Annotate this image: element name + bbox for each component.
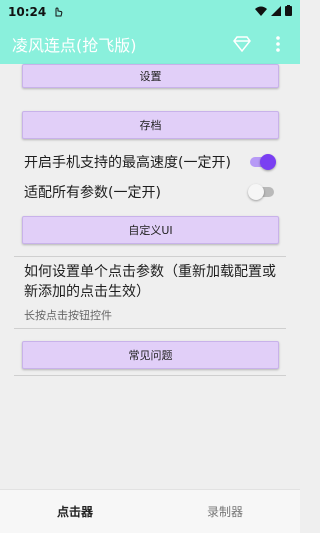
main-content: 设置 存档 开启手机支持的最高速度(一定开) 适配所有参数(一定开) 自定义UI… <box>0 64 300 489</box>
adapt-params-toggle-row[interactable]: 适配所有参数(一定开) <box>24 180 276 204</box>
more-options-icon[interactable] <box>268 34 288 54</box>
divider <box>14 328 286 329</box>
faq-button[interactable]: 常见问题 <box>22 341 279 369</box>
status-icons <box>255 5 292 19</box>
wifi-icon <box>255 5 267 19</box>
battery-icon <box>285 5 292 19</box>
divider <box>14 256 286 257</box>
custom-ui-button[interactable]: 自定义UI <box>22 216 279 244</box>
settings-button[interactable]: 设置 <box>22 64 279 88</box>
max-speed-switch[interactable] <box>248 154 276 170</box>
bottom-nav: 点击器 录制器 <box>0 489 300 533</box>
app-bar: 凌风连点(抢飞版) <box>0 24 300 64</box>
diamond-icon[interactable] <box>232 34 252 54</box>
help-title: 如何设置单个点击参数（重新加载配置或新添加的点击生效） <box>24 264 276 300</box>
status-bar: 10:24 <box>0 0 300 24</box>
max-speed-label: 开启手机支持的最高速度(一定开) <box>24 155 231 171</box>
help-subtitle: 长按点击按钮控件 <box>24 309 112 322</box>
adapt-params-label: 适配所有参数(一定开) <box>24 185 161 201</box>
nav-clicker-tab[interactable]: 点击器 <box>0 490 150 533</box>
signal-icon <box>271 5 281 19</box>
adapt-params-switch[interactable] <box>248 184 276 200</box>
divider <box>14 375 286 376</box>
notification-hand-icon <box>52 5 64 20</box>
app-title: 凌风连点(抢飞版) <box>12 36 137 55</box>
status-time: 10:24 <box>8 5 47 19</box>
archive-button[interactable]: 存档 <box>22 111 279 139</box>
max-speed-toggle-row[interactable]: 开启手机支持的最高速度(一定开) <box>24 150 276 174</box>
nav-recorder-tab[interactable]: 录制器 <box>150 490 300 533</box>
